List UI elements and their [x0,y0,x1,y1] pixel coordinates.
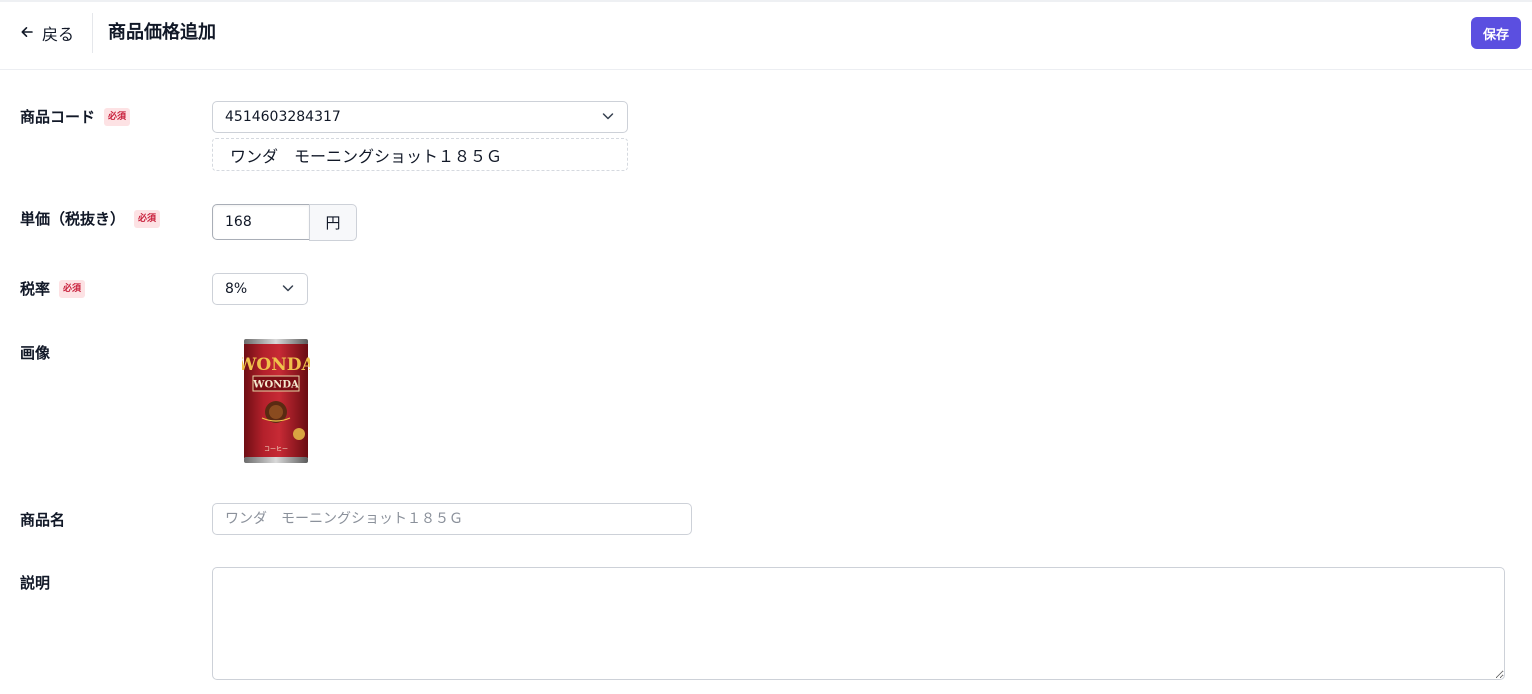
resolved-product-name: ワンダ モーニングショット１８５Ｇ [212,138,628,171]
back-label: 戻る [42,25,75,44]
image-label: 画像 [20,343,50,363]
product-image[interactable]: WONDA WONDA コーヒー [236,336,315,466]
page-title: 商品価格追加 [108,22,216,43]
description-label-text: 説明 [20,574,51,592]
chevron-down-icon [601,108,615,127]
price-unit-addon: 円 [309,204,357,241]
required-badge: 必須 [59,280,86,298]
page-header: 戻る 商品価格追加 保存 [0,0,1532,70]
product-name-label: 商品名 [20,510,65,530]
required-badge: 必須 [134,210,161,228]
back-button[interactable]: 戻る [20,20,74,46]
unit-price-label: 単価（税抜き） 必須 [20,209,161,229]
chevron-down-icon [281,280,295,299]
product-code-label: 商品コード 必須 [20,107,131,127]
can-brand-text: WONDA [242,355,310,375]
tax-rate-label: 税率 必須 [20,279,86,299]
save-button[interactable]: 保存 [1471,17,1521,49]
description-textarea[interactable] [212,567,1505,680]
arrow-left-icon [20,24,34,43]
header-divider [92,13,93,53]
product-name-input[interactable] [212,503,692,535]
can-kana-text: コーヒー [264,446,288,453]
description-label: 説明 [20,573,50,593]
required-badge: 必須 [104,108,131,126]
product-code-label-text: 商品コード [20,108,96,126]
tax-rate-value: 8% [225,281,248,297]
tax-rate-label-text: 税率 [20,280,51,298]
image-label-text: 画像 [20,344,51,362]
tax-rate-select[interactable]: 8% [212,273,308,305]
unit-price-label-text: 単価（税抜き） [20,210,126,228]
product-code-value: 4514603284317 [225,109,341,125]
can-brand-label: WONDA [252,380,299,391]
unit-price-input[interactable] [212,204,310,240]
product-name-label-text: 商品名 [20,511,66,529]
product-code-select[interactable]: 4514603284317 [212,101,628,133]
